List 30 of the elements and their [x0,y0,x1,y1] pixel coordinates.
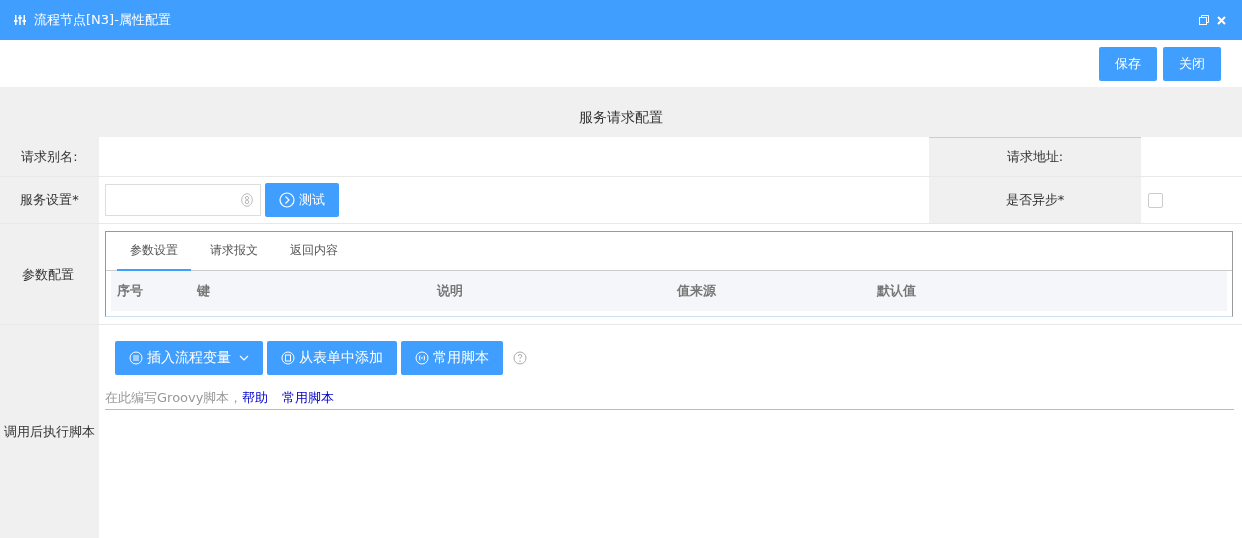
play-circle-icon [279,192,295,208]
sliders-icon [14,14,26,26]
info-icon [241,193,253,207]
circle-icon [281,351,295,365]
tab[interactable]: 返回内容 [277,232,351,271]
script-placeholder: 在此编写Groovy脚本， [105,389,243,407]
column-header: 键 [195,282,211,300]
section-title: 服务请求配置 [579,109,663,127]
label-cell: 是否异步* [929,177,1141,224]
label-cell: 请求地址: [929,137,1141,177]
label-cell: 服务设置* [0,177,99,224]
close-icon[interactable] [1217,15,1226,25]
column-header: 说明 [435,282,464,300]
help-icon[interactable] [513,351,527,365]
column-header: 值来源 [675,282,717,300]
service-field[interactable] [105,184,261,216]
column-header: 序号 [116,282,144,300]
circle-icon [129,351,143,365]
window-title: 流程节点[N3]-属性配置 [34,11,171,29]
label-cell: 参数配置 [0,224,99,325]
async-checkbox[interactable] [1148,192,1163,208]
tab[interactable]: 请求报文 [197,232,271,271]
circle-icon [415,351,429,365]
script-field[interactable]: 在此编写Groovy脚本，帮助 常用脚本 [105,389,1234,410]
column-header: 默认值 [875,282,917,300]
link[interactable]: 常用脚本 [282,389,335,407]
label-cell: 请求别名: [0,137,99,177]
label-cell: 调用后执行脚本 [0,325,99,538]
restore-icon[interactable] [1199,15,1209,25]
link[interactable]: 帮助 [242,389,269,407]
